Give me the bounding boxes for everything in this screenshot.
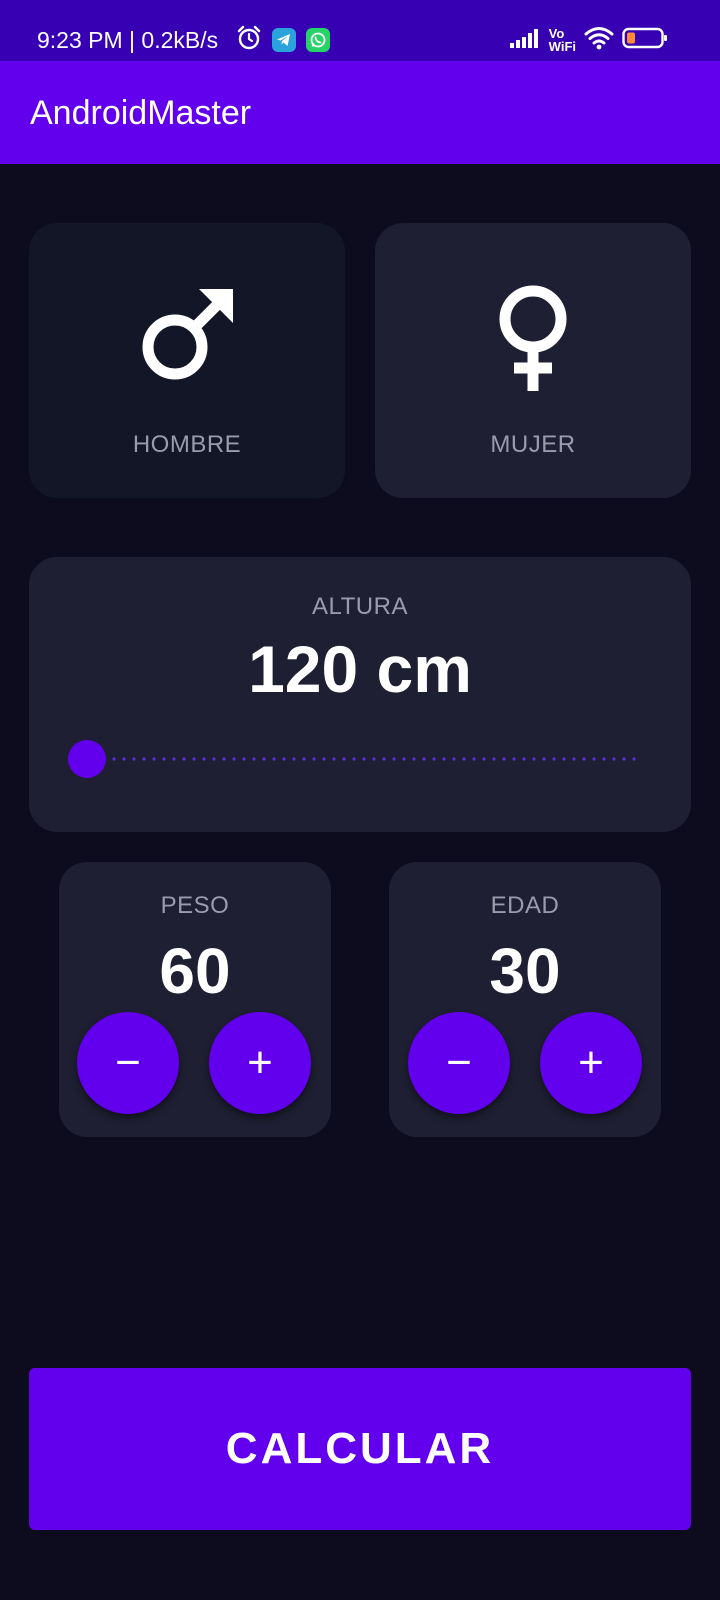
male-card[interactable]: HOMBRE [29, 223, 345, 498]
weight-value: 60 [159, 935, 231, 1007]
minus-icon: − [446, 1038, 472, 1087]
weight-label: PESO [160, 892, 230, 919]
signal-icon [509, 27, 541, 54]
vowifi-bottom-text: WiFi [548, 39, 576, 54]
battery-icon [622, 27, 668, 54]
whatsapp-icon [306, 28, 330, 52]
calculate-button[interactable]: CALCULAR [29, 1368, 691, 1530]
telegram-icon [272, 28, 296, 52]
system-icons: Vo WiFi [509, 24, 668, 56]
age-increase-button[interactable]: + [540, 1012, 642, 1114]
notification-icons [236, 25, 330, 56]
female-card[interactable]: MUJER [375, 223, 691, 498]
app-bar: AndroidMaster [0, 61, 720, 164]
status-bar: 9:23 PM | 0.2kB/s Vo WiFi [0, 0, 720, 61]
weight-increase-button[interactable]: + [209, 1012, 311, 1114]
age-value: 30 [489, 935, 561, 1007]
age-label: EDAD [490, 892, 560, 919]
age-decrease-button[interactable]: − [408, 1012, 510, 1114]
vowifi-icon: Vo WiFi [549, 27, 576, 53]
wifi-icon [584, 26, 614, 55]
plus-icon: + [247, 1038, 273, 1087]
height-label: ALTURA [312, 593, 408, 620]
calculate-label: CALCULAR [225, 1424, 495, 1473]
height-card: ALTURA 120 cm [29, 557, 691, 832]
height-slider-track[interactable] [89, 757, 637, 761]
plus-icon: + [578, 1038, 604, 1087]
status-time: 9:23 PM | 0.2kB/s [37, 27, 219, 53]
female-symbol-icon [499, 285, 567, 391]
male-symbol-icon [142, 289, 233, 380]
height-slider-thumb[interactable] [68, 740, 106, 778]
height-value: 120 cm [248, 632, 472, 706]
minus-icon: − [115, 1038, 141, 1087]
weight-decrease-button[interactable]: − [77, 1012, 179, 1114]
app-title: AndroidMaster [30, 94, 252, 132]
alarm-icon [236, 25, 262, 56]
male-label: HOMBRE [132, 431, 242, 458]
female-label: MUJER [490, 431, 576, 458]
